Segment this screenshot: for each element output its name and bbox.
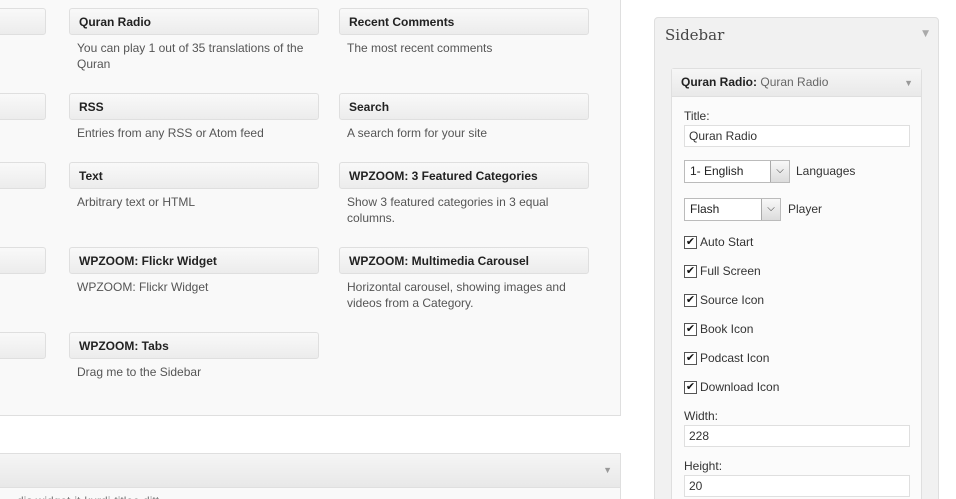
book-icon-checkbox[interactable]: ✔: [684, 323, 697, 336]
auto-start-checkbox[interactable]: ✔: [684, 236, 697, 249]
widget-title[interactable]: Text: [69, 162, 319, 189]
podcast-icon-checkbox[interactable]: ✔: [684, 352, 697, 365]
player-caption: Player: [788, 202, 823, 216]
check-icon: ✔: [685, 352, 696, 364]
inactive-widgets-panel: ▼ ...dis widget-it-kurdi-titlec-ditt...: [0, 453, 621, 499]
widget-description: The most recent comments: [347, 41, 493, 55]
full-screen-checkbox[interactable]: ✔: [684, 265, 697, 278]
widget-title[interactable]: WPZOOM: Flickr Widget: [69, 247, 319, 274]
triangle-down-icon[interactable]: ▼: [603, 465, 612, 475]
quran-radio-widget-form: Quran Radio: Quran Radio ▼ Title: 1- Eng…: [671, 68, 922, 499]
check-icon: ✔: [685, 265, 696, 277]
language-caption: Languages: [796, 164, 856, 178]
widget-cutoff[interactable]: [0, 162, 46, 189]
check-icon: ✔: [685, 381, 696, 393]
chevron-down-icon[interactable]: ⌵: [761, 199, 780, 220]
widget-search[interactable]: Search A search form for your site: [339, 93, 589, 141]
source-icon-checkbox[interactable]: ✔: [684, 294, 697, 307]
widget-description: Arbitrary text or HTML: [77, 195, 196, 209]
widget-cutoff[interactable]: [0, 332, 46, 359]
source-icon-label: Source Icon: [700, 293, 765, 307]
widget-description: WPZOOM: Flickr Widget: [77, 280, 209, 294]
title-input[interactable]: [684, 125, 910, 147]
chevron-down-icon[interactable]: ⌵: [770, 161, 789, 182]
widget-text[interactable]: Text Arbitrary text or HTML: [69, 162, 319, 210]
widget-title[interactable]: WPZOOM: 3 Featured Categories: [339, 162, 589, 189]
auto-start-label: Auto Start: [700, 235, 754, 249]
widget-cutoff[interactable]: [0, 247, 46, 274]
widget-description: You can play 1 out of 35 translations of…: [77, 41, 304, 71]
book-icon-label: Book Icon: [700, 322, 754, 336]
widget-title[interactable]: RSS: [69, 93, 319, 120]
widget-name: Quran Radio:: [681, 75, 758, 89]
height-label: Height:: [684, 459, 723, 473]
language-select-value: 1- English: [690, 164, 744, 178]
download-icon-checkbox[interactable]: ✔: [684, 381, 697, 394]
widget-tabs[interactable]: WPZOOM: Tabs Drag me to the Sidebar: [69, 332, 319, 380]
sidebar-widget-area: Sidebar ▼ Quran Radio: Quran Radio ▼ Tit…: [654, 17, 939, 499]
widget-description: Entries from any RSS or Atom feed: [77, 126, 264, 140]
widget-in-title: Quran Radio: [760, 75, 829, 89]
available-widgets-panel: Quran Radio You can play 1 out of 35 tra…: [0, 0, 621, 416]
sidebar-title: Sidebar: [665, 26, 725, 44]
width-label: Width:: [684, 409, 719, 423]
triangle-down-icon[interactable]: ▼: [922, 29, 929, 39]
widget-featured-categories[interactable]: WPZOOM: 3 Featured Categories Show 3 fea…: [339, 162, 589, 226]
widget-description: A search form for your site: [347, 126, 488, 140]
full-screen-label: Full Screen: [700, 264, 761, 278]
check-icon: ✔: [685, 236, 696, 248]
height-input[interactable]: [684, 475, 910, 497]
widget-rss[interactable]: RSS Entries from any RSS or Atom feed: [69, 93, 319, 141]
widget-flickr[interactable]: WPZOOM: Flickr Widget WPZOOM: Flickr Wid…: [69, 247, 319, 295]
widget-title[interactable]: WPZOOM: Multimedia Carousel: [339, 247, 589, 274]
player-select-value: Flash: [690, 202, 720, 216]
widget-title[interactable]: Recent Comments: [339, 8, 589, 35]
inactive-widgets-header[interactable]: ▼: [0, 454, 620, 488]
widget-cutoff[interactable]: [0, 93, 46, 120]
triangle-down-icon[interactable]: ▼: [904, 78, 913, 88]
widget-multimedia-carousel[interactable]: WPZOOM: Multimedia Carousel Horizontal c…: [339, 247, 589, 311]
check-icon: ✔: [685, 294, 696, 306]
download-icon-label: Download Icon: [700, 380, 780, 394]
widget-title[interactable]: Search: [339, 93, 589, 120]
widget-cutoff[interactable]: [0, 8, 46, 35]
widget-title[interactable]: WPZOOM: Tabs: [69, 332, 319, 359]
player-select[interactable]: Flash ⌵: [684, 198, 781, 221]
widget-description: Show 3 featured categories in 3 equal co…: [347, 195, 549, 225]
podcast-icon-label: Podcast Icon: [700, 351, 770, 365]
language-select[interactable]: 1- English ⌵: [684, 160, 790, 183]
widget-quran-radio[interactable]: Quran Radio You can play 1 out of 35 tra…: [69, 8, 319, 72]
widget-description: Drag me to the Sidebar: [77, 365, 202, 379]
widget-description: Horizontal carousel, showing images and …: [347, 280, 566, 310]
widget-title[interactable]: Quran Radio: [69, 8, 319, 35]
inactive-widgets-text: ...dis widget-it-kurdi-titlec-ditt...: [0, 488, 620, 499]
title-label: Title:: [684, 109, 710, 123]
widget-header[interactable]: Quran Radio: Quran Radio ▼: [672, 69, 921, 97]
sidebar-header[interactable]: Sidebar ▼: [655, 18, 938, 52]
width-input[interactable]: [684, 425, 910, 447]
widget-recent-comments[interactable]: Recent Comments The most recent comments: [339, 8, 589, 56]
check-icon: ✔: [685, 323, 696, 335]
